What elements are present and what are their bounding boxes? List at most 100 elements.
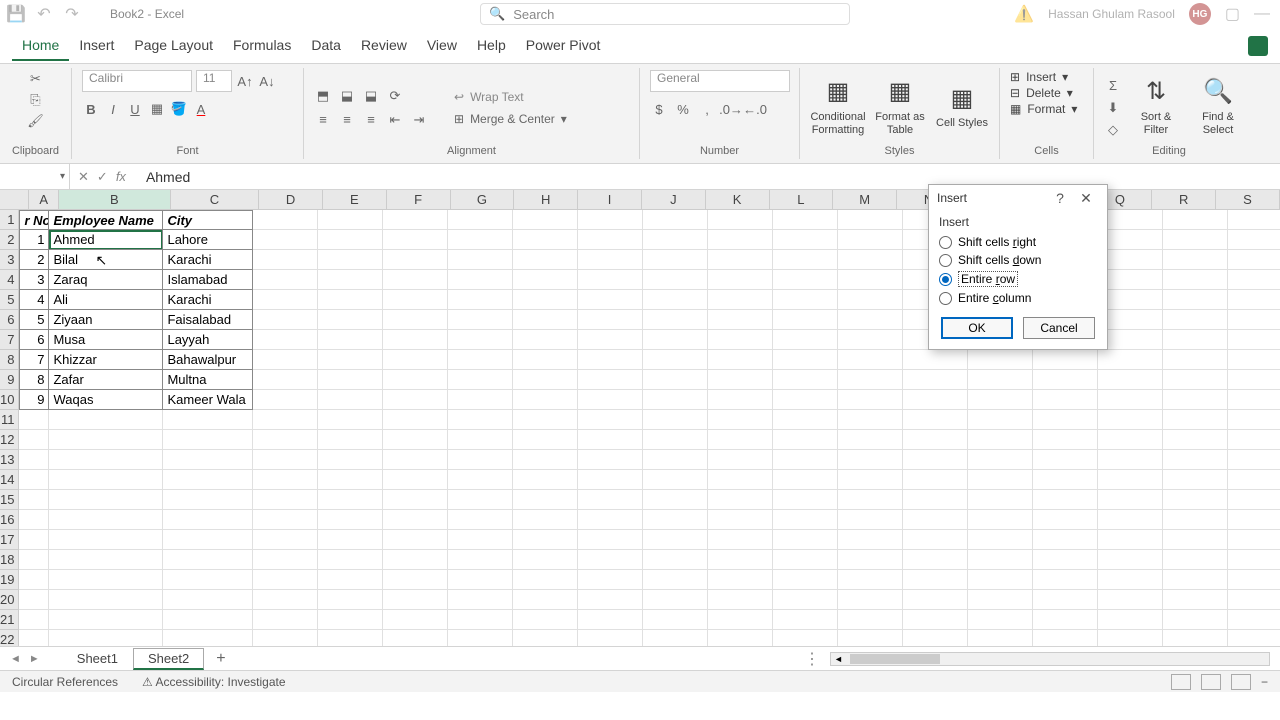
cell[interactable] bbox=[773, 210, 838, 230]
cell[interactable] bbox=[968, 590, 1033, 610]
cell[interactable] bbox=[1163, 230, 1228, 250]
cell[interactable] bbox=[383, 210, 448, 230]
cell[interactable] bbox=[448, 250, 513, 270]
row-header[interactable]: 14 bbox=[0, 470, 19, 490]
cell[interactable] bbox=[513, 470, 578, 490]
cell[interactable] bbox=[383, 430, 448, 450]
cell[interactable] bbox=[448, 270, 513, 290]
cell[interactable] bbox=[1163, 410, 1228, 430]
row-header[interactable]: 1 bbox=[0, 210, 19, 230]
cell[interactable] bbox=[318, 470, 383, 490]
cell[interactable] bbox=[1163, 210, 1228, 230]
cell[interactable] bbox=[253, 510, 318, 530]
cell[interactable] bbox=[708, 210, 773, 230]
cell[interactable] bbox=[578, 310, 643, 330]
cell[interactable] bbox=[643, 390, 708, 410]
align-right-icon[interactable]: ≡ bbox=[362, 111, 380, 129]
cell[interactable] bbox=[1033, 630, 1098, 646]
cell[interactable] bbox=[513, 510, 578, 530]
cell[interactable] bbox=[1033, 350, 1098, 370]
cell[interactable] bbox=[49, 530, 163, 550]
cell[interactable]: Karachi bbox=[163, 290, 253, 310]
column-header[interactable]: I bbox=[578, 190, 642, 210]
cell[interactable] bbox=[49, 610, 163, 630]
cell[interactable] bbox=[1033, 530, 1098, 550]
cell[interactable] bbox=[253, 610, 318, 630]
cell[interactable] bbox=[643, 590, 708, 610]
cell[interactable]: Bahawalpur bbox=[163, 350, 253, 370]
cell[interactable] bbox=[773, 250, 838, 270]
cell[interactable] bbox=[383, 250, 448, 270]
cell[interactable] bbox=[578, 590, 643, 610]
cell[interactable] bbox=[49, 590, 163, 610]
cell[interactable] bbox=[19, 450, 49, 470]
cell[interactable] bbox=[253, 570, 318, 590]
cell[interactable] bbox=[968, 410, 1033, 430]
format-as-table-button[interactable]: ▦Format as Table bbox=[872, 78, 928, 137]
column-header[interactable]: L bbox=[770, 190, 834, 210]
cell[interactable] bbox=[513, 430, 578, 450]
row-header[interactable]: 10 bbox=[0, 390, 19, 410]
cell[interactable] bbox=[318, 610, 383, 630]
scroll-left-icon[interactable]: ◄ bbox=[831, 654, 846, 664]
cell[interactable]: 6 bbox=[19, 330, 49, 350]
align-bottom-icon[interactable]: ⬓ bbox=[362, 87, 380, 105]
cell[interactable] bbox=[1228, 210, 1280, 230]
autosum-icon[interactable]: Σ bbox=[1104, 77, 1122, 95]
row-header[interactable]: 3 bbox=[0, 250, 19, 270]
cell[interactable] bbox=[1098, 530, 1163, 550]
cell[interactable] bbox=[968, 610, 1033, 630]
cell[interactable] bbox=[448, 610, 513, 630]
cell[interactable] bbox=[383, 610, 448, 630]
cell[interactable] bbox=[1228, 470, 1280, 490]
cell[interactable] bbox=[773, 470, 838, 490]
cell[interactable] bbox=[708, 450, 773, 470]
fill-icon[interactable]: ⬇ bbox=[1104, 99, 1122, 117]
cell[interactable] bbox=[1098, 450, 1163, 470]
cell[interactable]: Faisalabad bbox=[163, 310, 253, 330]
cell[interactable] bbox=[318, 210, 383, 230]
cell[interactable] bbox=[448, 490, 513, 510]
row-header[interactable]: 17 bbox=[0, 530, 19, 550]
cell[interactable] bbox=[253, 530, 318, 550]
cell[interactable] bbox=[903, 530, 968, 550]
cell[interactable] bbox=[1163, 610, 1228, 630]
cell[interactable] bbox=[773, 570, 838, 590]
cell[interactable] bbox=[968, 430, 1033, 450]
cell[interactable] bbox=[708, 390, 773, 410]
cell[interactable] bbox=[968, 350, 1033, 370]
cell[interactable] bbox=[1098, 390, 1163, 410]
cell[interactable] bbox=[253, 250, 318, 270]
cell[interactable] bbox=[448, 410, 513, 430]
row-header[interactable]: 15 bbox=[0, 490, 19, 510]
cell[interactable]: Islamabad bbox=[163, 270, 253, 290]
tab-power-pivot[interactable]: Power Pivot bbox=[516, 31, 611, 61]
cell[interactable] bbox=[773, 430, 838, 450]
cell[interactable] bbox=[513, 590, 578, 610]
cell[interactable] bbox=[1228, 350, 1280, 370]
normal-view-button[interactable] bbox=[1171, 674, 1191, 690]
cell[interactable] bbox=[19, 570, 49, 590]
cell[interactable] bbox=[708, 630, 773, 646]
cell[interactable] bbox=[773, 550, 838, 570]
select-all-corner[interactable] bbox=[0, 190, 29, 210]
sheet-options-icon[interactable]: ⋮ bbox=[804, 649, 820, 669]
cell[interactable] bbox=[1163, 630, 1228, 646]
cell[interactable] bbox=[903, 430, 968, 450]
cell[interactable] bbox=[383, 450, 448, 470]
cell[interactable] bbox=[1098, 370, 1163, 390]
minimize-icon[interactable]: — bbox=[1254, 5, 1270, 23]
cell[interactable] bbox=[578, 470, 643, 490]
cell[interactable] bbox=[318, 290, 383, 310]
cell[interactable] bbox=[1098, 310, 1163, 330]
cell[interactable] bbox=[383, 290, 448, 310]
cell[interactable] bbox=[903, 570, 968, 590]
cell[interactable] bbox=[578, 370, 643, 390]
ribbon-options-icon[interactable]: ▢ bbox=[1225, 4, 1240, 24]
cell[interactable] bbox=[773, 370, 838, 390]
insert-cells-button[interactable]: ⊞Insert▾ bbox=[1010, 70, 1068, 84]
cell[interactable] bbox=[838, 330, 903, 350]
clear-icon[interactable]: ◇ bbox=[1104, 121, 1122, 139]
cell[interactable] bbox=[1163, 250, 1228, 270]
cell[interactable] bbox=[448, 590, 513, 610]
